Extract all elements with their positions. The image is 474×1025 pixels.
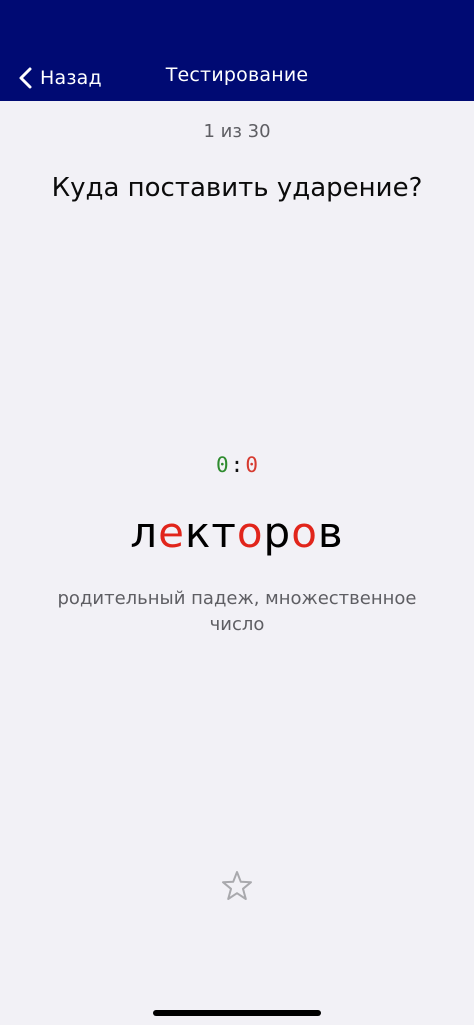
test-word: лекторов <box>0 508 474 557</box>
score-counter: 0:0 <box>0 453 474 477</box>
word-letter: л <box>130 508 159 557</box>
vowel-option[interactable]: е <box>158 508 185 557</box>
question-progress: 1 из 30 <box>203 121 271 142</box>
vowel-option[interactable]: о <box>291 508 318 557</box>
correct-count: 0 <box>216 453 229 477</box>
word-letter: в <box>317 508 344 557</box>
home-indicator <box>153 1010 321 1016</box>
star-outline-icon <box>222 871 252 900</box>
word-letter: р <box>263 508 292 557</box>
navigation-bar: Назад Тестирование <box>0 0 474 101</box>
word-letter: к <box>185 508 212 557</box>
question-text: Куда поставить ударение? <box>51 173 423 203</box>
grammar-hint: родительный падеж, множественное число <box>57 588 417 635</box>
favorite-button[interactable] <box>219 868 255 904</box>
vowel-option[interactable]: о <box>237 508 264 557</box>
wrong-count: 0 <box>245 453 258 477</box>
score-separator: : <box>230 453 244 477</box>
word-letter: т <box>211 508 237 557</box>
page-title: Тестирование <box>165 64 309 86</box>
